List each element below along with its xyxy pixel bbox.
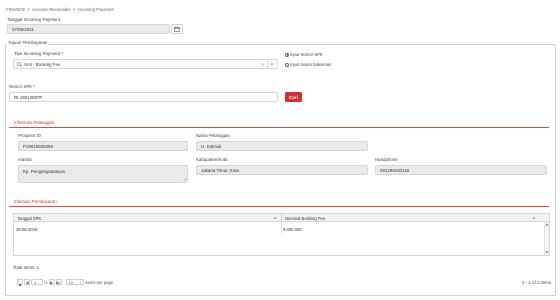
date-field[interactable]: 07/05/2021 bbox=[7, 24, 170, 34]
total-items: Total Items: 1 bbox=[13, 265, 40, 270]
radio-spk-label: Input Nomor SPK bbox=[290, 52, 323, 57]
scroll-up-icon[interactable] bbox=[545, 223, 549, 226]
page-size-select[interactable]: 10 bbox=[65, 279, 84, 285]
breadcrumb-incoming-payment: Incoming Payment bbox=[77, 7, 114, 12]
next-page-button[interactable]: ▶ bbox=[48, 279, 55, 285]
nama-field: H. Dulmuil bbox=[196, 141, 368, 151]
prospect-value: P1901090029S bbox=[23, 143, 54, 149]
tipe-label-text: Tipe Incoming Payment bbox=[14, 51, 60, 56]
breadcrumb-separator: > bbox=[72, 7, 76, 12]
clear-icon[interactable]: × bbox=[261, 62, 264, 67]
handphone-label: Handphone bbox=[375, 157, 398, 162]
table-cell-nominal: 5.000.000 bbox=[283, 227, 302, 232]
alamat-label: Alamat bbox=[18, 157, 32, 162]
date-value: 07/05/2021 bbox=[12, 26, 34, 32]
nomor-spk-label-text: Nomor SPK bbox=[9, 84, 33, 89]
search-icon bbox=[17, 61, 22, 67]
nomor-spk-label: Nomor SPK * bbox=[9, 84, 35, 89]
pelanggan-divider bbox=[9, 127, 549, 128]
grid-header: Tanggal SPK Nominal Booking Fee bbox=[14, 214, 549, 222]
radio-input-salesman[interactable]: Input Nama Salesman bbox=[285, 62, 331, 67]
scroll-down-icon[interactable] bbox=[545, 251, 549, 254]
breadcrumb-separator: > bbox=[27, 7, 30, 12]
radio-unchecked-icon bbox=[285, 62, 289, 67]
date-label: Tanggal Incoming Payment bbox=[7, 17, 60, 22]
pager: |◀ ◀ 1 /1 ▶ ▶| 10 items per page bbox=[17, 277, 114, 287]
prospect-label: Prospect ID bbox=[18, 133, 41, 138]
tipe-label: Tipe Incoming Payment * bbox=[14, 51, 63, 56]
next-page-icon: ▶ bbox=[49, 279, 54, 285]
kabupaten-field: Jakarta Timur, Kota bbox=[196, 165, 368, 175]
table-cell-tanggal: 26-06-2019 bbox=[16, 227, 38, 232]
handphone-field: 081290100126 bbox=[375, 165, 547, 175]
calendar-button[interactable] bbox=[171, 24, 183, 34]
alamat-field: Kp. Pengangsaranpin bbox=[18, 165, 188, 183]
radio-sales-label: Input Nama Salesman bbox=[290, 62, 332, 67]
column-header-label: Nominal Booking Fee bbox=[285, 215, 326, 221]
handphone-value: 081290100126 bbox=[380, 167, 410, 173]
last-page-button[interactable]: ▶| bbox=[55, 279, 62, 285]
pelanggan-title: Informasi Pelanggan bbox=[14, 120, 55, 125]
required-mark: * bbox=[33, 84, 36, 89]
kabupaten-value: Jakarta Timur, Kota bbox=[201, 167, 239, 173]
resize-handle-icon bbox=[183, 178, 186, 181]
column-menu-icon[interactable] bbox=[532, 216, 536, 220]
page-size-value: 10 bbox=[68, 279, 73, 285]
column-menu-icon[interactable] bbox=[273, 216, 277, 220]
cari-button[interactable]: Cari bbox=[285, 92, 302, 102]
first-page-icon: |◀ bbox=[18, 277, 22, 287]
items-per-page-label: items per page bbox=[85, 279, 114, 285]
tujuan-title: Tujuan Pembayaran bbox=[7, 40, 49, 45]
chevron-down-icon[interactable] bbox=[270, 62, 274, 66]
chevron-down-icon bbox=[78, 281, 82, 283]
column-header-tanggal-spk[interactable]: Tanggal SPK bbox=[14, 214, 281, 222]
nomor-spk-input[interactable]: RI-19010087P bbox=[9, 92, 278, 102]
nomor-spk-value: RI-19010087P bbox=[14, 94, 43, 100]
first-page-button[interactable]: |◀ bbox=[17, 277, 23, 287]
breadcrumb-account-receivable[interactable]: Account Receivable bbox=[32, 7, 71, 12]
cell-separator bbox=[281, 222, 282, 234]
pembayaran-title: Infomasi Pembayaran bbox=[14, 199, 57, 204]
nama-value: H. Dulmuil bbox=[201, 143, 222, 149]
select-divider bbox=[267, 61, 268, 68]
prev-page-icon: ◀ bbox=[25, 279, 29, 285]
page-input[interactable]: 1 bbox=[31, 279, 43, 285]
pager-range: 1 - 1 of 1 items bbox=[522, 280, 552, 285]
required-mark: * bbox=[61, 51, 63, 56]
column-header-label: Tanggal SPK bbox=[17, 215, 42, 221]
nama-label: Nama Pelanggan bbox=[196, 133, 230, 138]
column-header-nominal[interactable]: Nominal Booking Fee bbox=[282, 214, 544, 222]
radio-checked-icon bbox=[285, 52, 289, 57]
radio-input-spk[interactable]: Input Nomor SPK bbox=[285, 52, 323, 57]
page-of: /1 bbox=[44, 279, 48, 285]
grid-scrollbar[interactable] bbox=[544, 222, 549, 255]
page-number: 1 bbox=[34, 279, 37, 285]
tipe-value: Unit - Booking Fee bbox=[24, 61, 61, 67]
kabupaten-label: Kabupaten/Kota bbox=[196, 157, 228, 162]
pembayaran-divider bbox=[9, 206, 549, 207]
tipe-select[interactable]: Unit - Booking Fee × bbox=[13, 59, 278, 69]
calendar-icon bbox=[174, 26, 180, 32]
last-page-icon: ▶| bbox=[56, 279, 61, 285]
payment-grid: Tanggal SPK Nominal Booking Fee 26-06-20… bbox=[13, 213, 550, 256]
breadcrumb-finance[interactable]: FINANCE bbox=[6, 7, 25, 12]
prev-page-button[interactable]: ◀ bbox=[24, 279, 30, 285]
prospect-field: P1901090029S bbox=[18, 141, 188, 151]
alamat-value: Kp. Pengangsaranpin bbox=[23, 169, 66, 174]
breadcrumb: FINANCE > Account Receivable > Incoming Paym… bbox=[6, 7, 114, 12]
